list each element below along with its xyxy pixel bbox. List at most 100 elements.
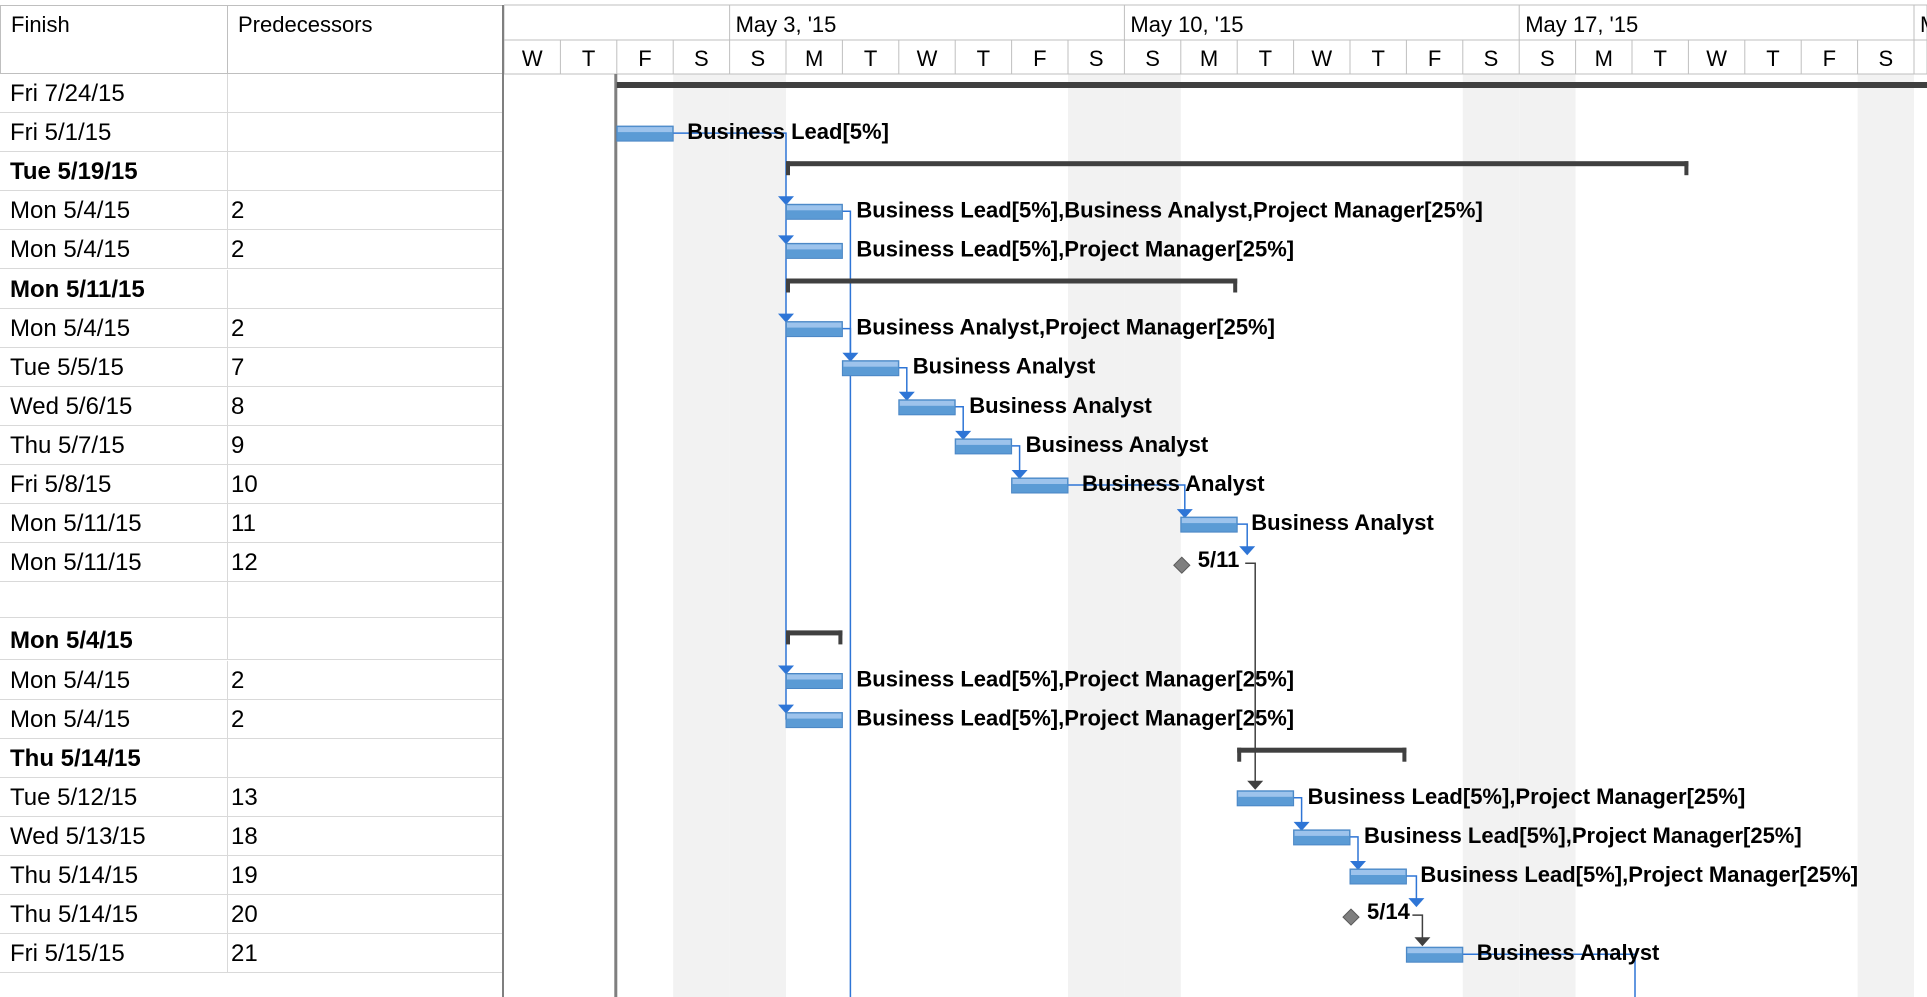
- day-label: M: [1595, 46, 1613, 71]
- predecessors-cell[interactable]: [228, 739, 503, 778]
- day-label: T: [582, 46, 595, 71]
- summary-bar-cap: [838, 630, 843, 645]
- predecessors-cell[interactable]: 19: [228, 856, 503, 895]
- predecessors-cell[interactable]: 2: [228, 309, 503, 348]
- predecessors-cell[interactable]: 12: [228, 543, 503, 582]
- summary-bar-cap: [1233, 278, 1238, 293]
- finish-cell[interactable]: Mon 5/4/15: [0, 191, 228, 231]
- table-row[interactable]: Mon 5/11/15: [0, 269, 503, 309]
- task-resource-label: Business Analyst: [1026, 432, 1209, 457]
- finish-cell[interactable]: Mon 5/11/15: [0, 504, 228, 544]
- table-row[interactable]: Wed 5/6/15 8: [0, 386, 503, 426]
- predecessors-cell[interactable]: 21: [228, 934, 503, 973]
- table-row[interactable]: Mon 5/11/15 11: [0, 504, 503, 544]
- predecessors-cell[interactable]: [228, 270, 503, 309]
- finish-cell[interactable]: Mon 5/11/15: [0, 543, 228, 583]
- finish-cell[interactable]: Fri 7/24/15: [0, 74, 228, 113]
- finish-cell[interactable]: Fri 5/1/15: [0, 113, 228, 153]
- table-row[interactable]: Thu 5/14/15 20: [0, 895, 503, 935]
- finish-cell[interactable]: Mon 5/4/15: [0, 660, 228, 700]
- table-row[interactable]: Wed 5/13/15 18: [0, 816, 503, 856]
- task-bar-highlight: [1012, 479, 1067, 484]
- day-label: S: [1089, 46, 1104, 71]
- finish-cell[interactable]: Thu 5/14/15: [0, 856, 228, 895]
- predecessors-cell[interactable]: [228, 152, 503, 191]
- task-resource-label: Business Analyst: [1082, 471, 1265, 496]
- milestone-label: 5/14: [1367, 899, 1411, 924]
- predecessors-cell[interactable]: 7: [228, 348, 503, 387]
- finish-cell[interactable]: Mon 5/4/15: [0, 621, 228, 661]
- weekend-shading: [729, 74, 786, 997]
- predecessors-cell[interactable]: [228, 621, 503, 660]
- table-row[interactable]: [0, 582, 503, 622]
- finish-cell[interactable]: Mon 5/4/15: [0, 699, 228, 739]
- summary-bar: [1237, 747, 1407, 753]
- table-row[interactable]: Mon 5/4/15 2: [0, 191, 503, 231]
- predecessors-cell[interactable]: 18: [228, 817, 503, 856]
- predecessors-cell[interactable]: 9: [228, 426, 503, 465]
- table-row[interactable]: Fri 5/8/15 10: [0, 465, 503, 504]
- finish-cell[interactable]: Thu 5/14/15: [0, 895, 228, 935]
- finish-cell[interactable]: Mon 5/4/15: [0, 308, 228, 348]
- predecessors-cell[interactable]: 13: [228, 778, 503, 817]
- table-row[interactable]: Tue 5/19/15: [0, 152, 503, 192]
- finish-cell[interactable]: Tue 5/5/15: [0, 347, 228, 387]
- table-row[interactable]: Fri 7/24/15: [0, 74, 503, 113]
- table-row[interactable]: Mon 5/11/15 12: [0, 543, 503, 583]
- predecessors-cell[interactable]: 10: [228, 465, 503, 504]
- day-label: W: [917, 46, 938, 71]
- finish-cell[interactable]: [0, 582, 228, 622]
- finish-cell[interactable]: Mon 5/4/15: [0, 230, 228, 270]
- gantt-canvas: May 3, '15 May 10, '15 May 17, '15 M W T F S S M T…: [504, 4, 1927, 997]
- task-bar-highlight: [1181, 518, 1237, 524]
- table-row[interactable]: Mon 5/4/15 2: [0, 308, 503, 348]
- table-row[interactable]: Thu 5/7/15 9: [0, 425, 503, 465]
- column-header-predecessors[interactable]: Predecessors: [228, 5, 503, 74]
- predecessors-cell[interactable]: 2: [228, 661, 503, 700]
- table-row[interactable]: Mon 5/4/15 2: [0, 699, 503, 739]
- finish-cell[interactable]: Wed 5/13/15: [0, 816, 228, 856]
- finish-cell[interactable]: Fri 5/15/15: [0, 934, 228, 974]
- task-resource-label: Business Analyst,Project Manager[25%]: [856, 315, 1275, 340]
- table-row[interactable]: Mon 5/4/15: [0, 621, 503, 661]
- finish-cell[interactable]: Mon 5/11/15: [0, 269, 228, 309]
- finish-cell[interactable]: Fri 5/8/15: [0, 465, 228, 504]
- predecessors-cell[interactable]: [228, 113, 503, 152]
- task-resource-label: Business Lead[5%]: [687, 119, 889, 144]
- day-label: F: [1428, 46, 1441, 71]
- predecessors-cell[interactable]: 20: [228, 895, 503, 934]
- predecessors-cell[interactable]: 2: [228, 191, 503, 230]
- predecessors-cell[interactable]: 11: [228, 504, 503, 543]
- table-row[interactable]: Mon 5/4/15 2: [0, 230, 503, 270]
- task-resource-label: Business Lead[5%],Project Manager[25%]: [856, 667, 1294, 692]
- day-label: M: [1200, 46, 1218, 71]
- finish-cell[interactable]: Thu 5/14/15: [0, 738, 228, 778]
- predecessors-cell[interactable]: 2: [228, 230, 503, 269]
- task-resource-label: Business Lead[5%],Project Manager[25%]: [856, 236, 1294, 261]
- day-label: M: [805, 46, 823, 71]
- predecessors-cell[interactable]: 8: [228, 387, 503, 426]
- table-row[interactable]: Fri 5/1/15: [0, 113, 503, 153]
- table-row[interactable]: Tue 5/5/15 7: [0, 347, 503, 387]
- predecessors-cell[interactable]: 2: [228, 700, 503, 739]
- finish-cell[interactable]: Tue 5/12/15: [0, 777, 228, 817]
- dependency-arrow-icon: [1408, 898, 1425, 908]
- table-row[interactable]: Thu 5/14/15 19: [0, 856, 503, 895]
- finish-cell[interactable]: Tue 5/19/15: [0, 152, 228, 192]
- task-bar-highlight: [1294, 830, 1349, 836]
- table-row[interactable]: Fri 5/15/15 21: [0, 934, 503, 974]
- finish-cell[interactable]: Wed 5/6/15: [0, 386, 228, 426]
- table-row[interactable]: Tue 5/12/15 13: [0, 777, 503, 817]
- weekend-shading: [1857, 74, 1914, 997]
- summary-bar: [616, 82, 1927, 88]
- task-bar-highlight: [617, 127, 673, 133]
- day-label: S: [750, 46, 765, 71]
- finish-cell[interactable]: Thu 5/7/15: [0, 425, 228, 465]
- task-resource-label: Business Analyst: [969, 393, 1152, 418]
- table-row[interactable]: Thu 5/14/15: [0, 738, 503, 778]
- predecessors-cell[interactable]: [228, 582, 503, 621]
- summary-bar-cap: [786, 161, 790, 176]
- predecessors-cell[interactable]: [228, 74, 503, 113]
- column-header-finish[interactable]: Finish: [0, 5, 228, 74]
- table-row[interactable]: Mon 5/4/15 2: [0, 660, 503, 700]
